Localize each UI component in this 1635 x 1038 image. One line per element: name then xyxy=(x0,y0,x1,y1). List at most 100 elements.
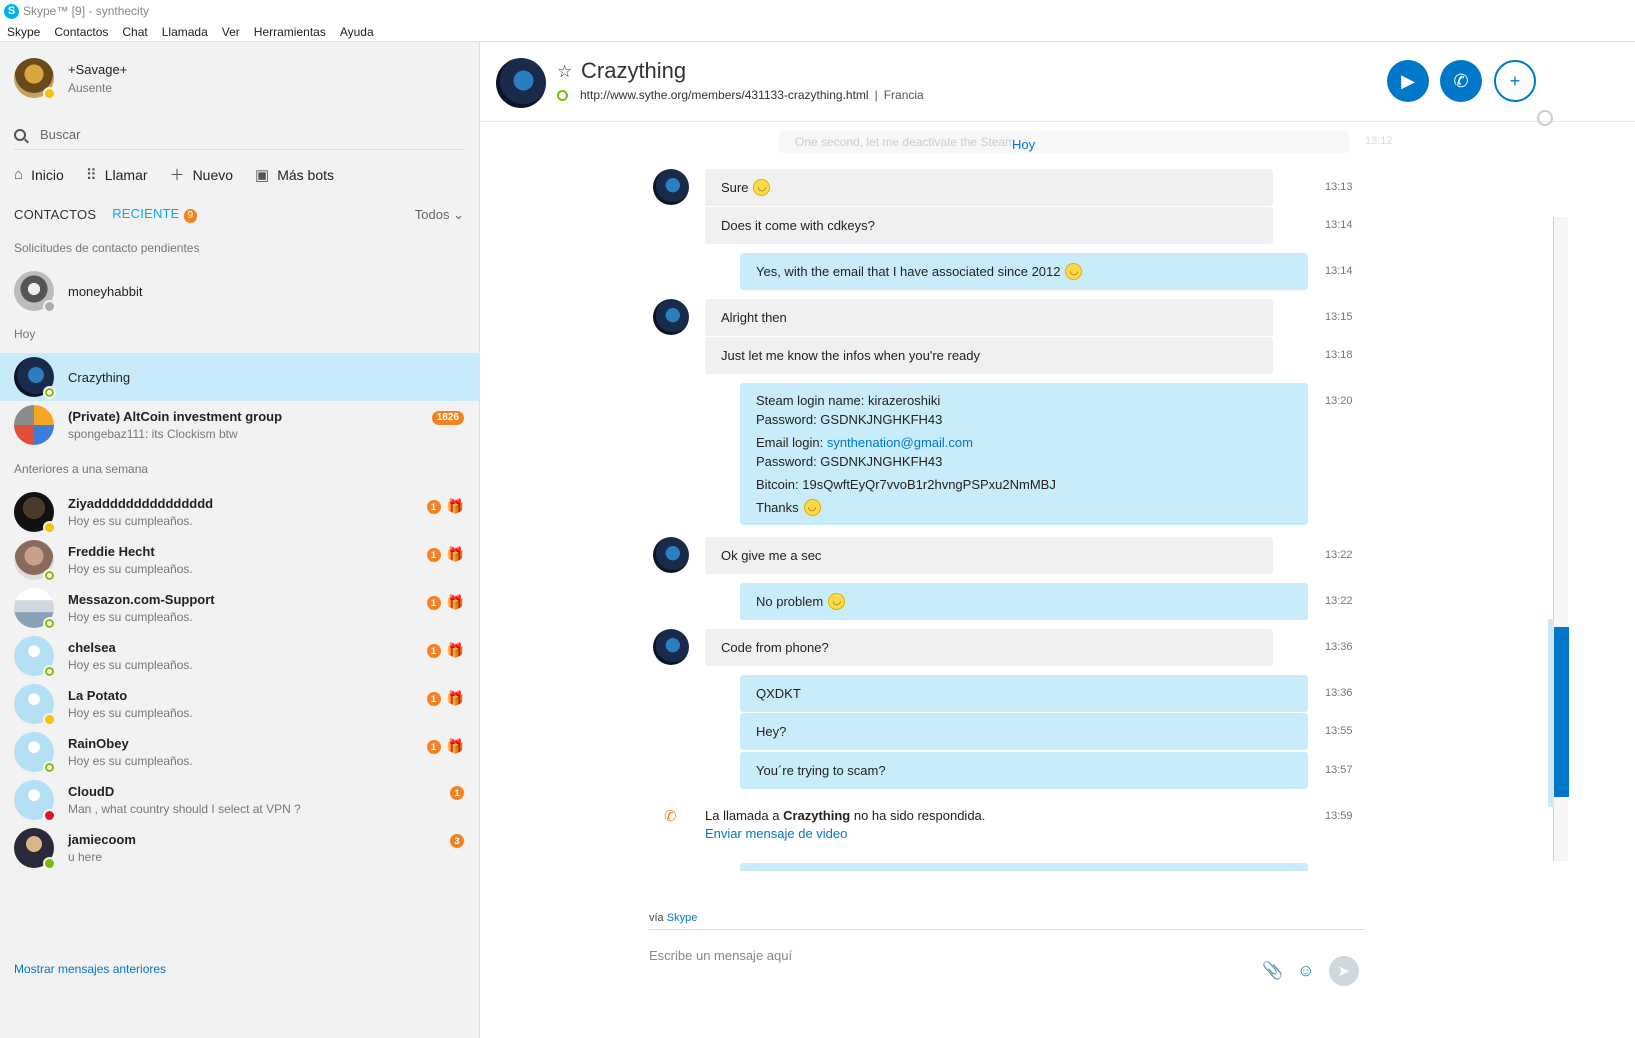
message-text: Bitcoin: 19sQwftEyQr7vvoB1r2hvngPSPxu2Nm… xyxy=(756,477,1056,492)
scrollbar[interactable] xyxy=(1548,217,1569,861)
avatar[interactable] xyxy=(653,629,689,665)
plus-icon: ＋ xyxy=(169,167,185,184)
video-call-icon: ▶ xyxy=(1401,70,1415,91)
last-message: spongebaz111: its Clockism btw xyxy=(68,427,238,441)
add-people-button[interactable]: + xyxy=(1494,60,1536,102)
tab-contacts[interactable]: CONTACTOS xyxy=(14,207,96,222)
avatar[interactable] xyxy=(653,537,689,573)
search-icon xyxy=(14,128,26,141)
message-text: Ok give me a sec xyxy=(721,548,822,563)
gift-icon[interactable]: 🎁 xyxy=(447,690,464,707)
avatar[interactable] xyxy=(653,299,689,335)
pending-contact-row[interactable]: moneyhabbit xyxy=(0,267,480,315)
conversation-row[interactable]: Freddie Hecht Hoy es su cumpleaños. 1 🎁 xyxy=(0,536,480,584)
contact-url[interactable]: http://www.sythe.org/members/431133-craz… xyxy=(580,88,869,102)
conversation-row[interactable]: RainObey Hoy es su cumpleaños. 1 🎁 xyxy=(0,728,480,776)
conversation-row[interactable]: CloudD Man , what country should I select… xyxy=(0,776,480,824)
contact-name: CloudD xyxy=(68,784,115,799)
smile-emoticon-icon: ◡ xyxy=(753,179,771,197)
paperclip-icon[interactable]: 📎 xyxy=(1262,961,1283,981)
video-call-button[interactable]: ▶ xyxy=(1387,60,1429,102)
window-title: Skype™ [9] - synthecity xyxy=(23,4,150,18)
contact-name: Crazything xyxy=(68,369,131,385)
message-bubble: You´re trying to scam? xyxy=(740,752,1308,789)
via-skype-link[interactable]: Skype xyxy=(667,912,698,924)
menu-skype[interactable]: Skype xyxy=(7,25,40,39)
chevron-down-icon: ⌄ xyxy=(453,206,464,222)
conversation-row[interactable]: (Private) AltCoin investment group sponge… xyxy=(0,401,480,449)
avatar[interactable] xyxy=(653,169,689,205)
gift-icon[interactable]: 🎁 xyxy=(447,594,464,611)
gift-icon[interactable]: 🎁 xyxy=(447,546,464,563)
conversation-row[interactable]: Crazything xyxy=(0,353,480,401)
profile[interactable]: +Savage+ Ausente xyxy=(14,58,127,100)
avatar[interactable] xyxy=(14,58,56,100)
message-input[interactable]: Escribe un mensaje aquí xyxy=(649,948,1365,963)
menu-chat[interactable]: Chat xyxy=(122,25,147,39)
avatar xyxy=(14,732,56,774)
send-button[interactable]: ➤ xyxy=(1328,956,1359,986)
home-button[interactable]: ⌂ Inicio xyxy=(14,166,64,183)
message-time: 13:59 xyxy=(1325,810,1353,822)
message-time: 13:22 xyxy=(1325,595,1353,607)
filter-label: Todos xyxy=(414,206,450,222)
contact-location: Francia xyxy=(883,88,924,102)
tab-recent[interactable]: RECIENTE 9 xyxy=(112,206,198,223)
skype-logo-icon: S xyxy=(4,3,19,19)
show-older-messages-link[interactable]: Mostrar mensajes anteriores xyxy=(14,962,166,976)
call-button[interactable]: ✆ xyxy=(1440,60,1482,102)
composer: vía Skype Escribe un mensaje aquí xyxy=(649,912,1365,963)
message-text: QXDKT xyxy=(756,686,801,701)
message-bubble: QXDKT xyxy=(740,675,1308,712)
gift-icon[interactable]: 🎁 xyxy=(447,642,464,659)
email-link[interactable]: synthenation@gmail.com xyxy=(827,435,973,450)
call-button[interactable]: ⠿ Llamar xyxy=(86,166,148,184)
smile-emoticon-icon: ◡ xyxy=(1065,263,1083,281)
conversation-row[interactable]: La Potato Hoy es su cumpleaños. 1 🎁 xyxy=(0,680,480,728)
message-bubble: Does it come with cdkeys? xyxy=(705,207,1273,244)
gift-icon[interactable]: 🎁 xyxy=(447,738,464,755)
message-time: 13:20 xyxy=(1325,395,1353,407)
divider xyxy=(649,929,1365,930)
message-text: Alright then xyxy=(721,310,787,325)
search-input[interactable]: Buscar xyxy=(14,120,464,150)
profile-status[interactable]: Ausente xyxy=(68,81,127,95)
conversation-row[interactable]: Messazon.com-Support Hoy es su cumpleaños… xyxy=(0,584,480,632)
conversation-row[interactable]: Ziyaddddddddddddddd Hoy es su cumpleaños.… xyxy=(0,488,480,536)
nav-row: ⌂ Inicio ⠿ Llamar ＋ Nuevo ▣ Más bots xyxy=(14,164,356,185)
emoticon-icon[interactable]: ☺ xyxy=(1297,961,1314,981)
bots-button[interactable]: ▣ Más bots xyxy=(255,166,334,184)
contact-avatar[interactable] xyxy=(496,58,546,108)
avatar xyxy=(14,357,56,399)
menu-ver[interactable]: Ver xyxy=(222,25,240,39)
star-icon[interactable]: ☆ xyxy=(557,62,572,82)
avatar xyxy=(14,588,56,630)
status-online-icon xyxy=(43,386,56,399)
message-bubble: Alright then xyxy=(705,299,1273,336)
menu-contactos[interactable]: Contactos xyxy=(54,25,108,39)
avatar xyxy=(14,636,56,678)
filter-dropdown[interactable]: Todos ⌄ xyxy=(415,207,464,223)
scrollbar-thumb[interactable] xyxy=(1554,627,1569,797)
new-button[interactable]: ＋ Nuevo xyxy=(170,164,233,185)
send-video-message-link[interactable]: Enviar mensaje de video xyxy=(705,826,985,841)
unread-badge: 1 xyxy=(426,595,441,610)
message-text: Password: GSDNKJNGHKFH43 xyxy=(756,412,943,427)
via-text: vía xyxy=(649,912,664,924)
message-time: 13:22 xyxy=(1325,549,1353,561)
message-bubble: Yes, with the email that I have associat… xyxy=(740,253,1308,291)
status-online-icon xyxy=(43,665,56,678)
last-message: Man , what country should I select at VP… xyxy=(68,802,301,816)
menu-llamada[interactable]: Llamada xyxy=(162,25,208,39)
missed-call-icon: ✆ xyxy=(664,808,677,825)
status-online-icon xyxy=(43,761,56,774)
contact-details: http://www.sythe.org/members/431133-craz… xyxy=(557,88,924,102)
phone-icon: ✆ xyxy=(1453,70,1469,91)
contact-name: RainObey xyxy=(68,736,129,751)
conversation-row[interactable]: chelsea Hoy es su cumpleaños. 1 🎁 xyxy=(0,632,480,680)
gift-icon[interactable]: 🎁 xyxy=(447,498,464,515)
conversation-row[interactable]: jamiecoom u here 3 xyxy=(0,824,480,872)
status-online-icon xyxy=(43,569,56,582)
menu-ayuda[interactable]: Ayuda xyxy=(340,25,374,39)
menu-herramientas[interactable]: Herramientas xyxy=(254,25,326,39)
